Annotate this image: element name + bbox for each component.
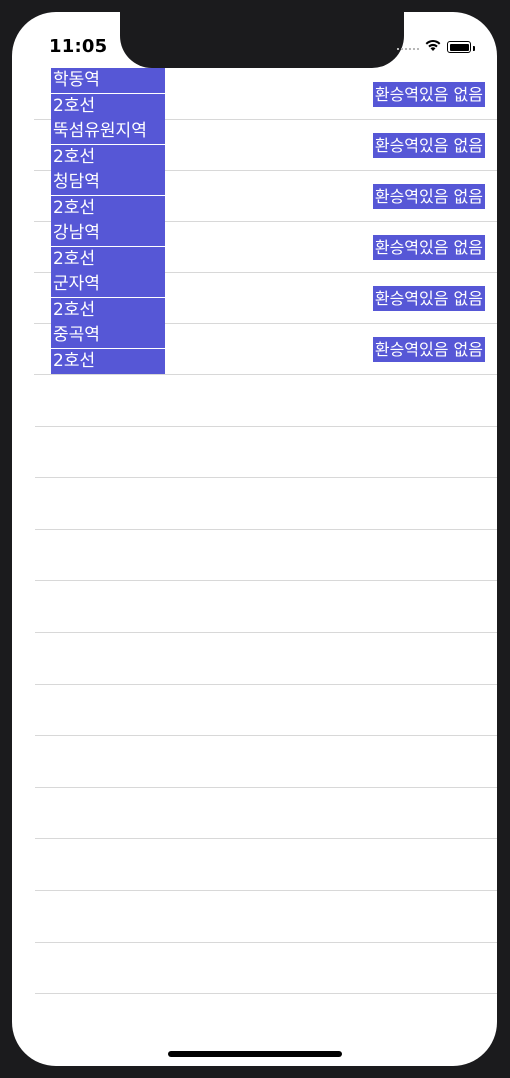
station-name: 강남역	[51, 221, 165, 247]
empty-table-row	[35, 685, 497, 737]
empty-table-row	[35, 839, 497, 891]
transfer-status: 환승역있음 없음	[372, 235, 485, 260]
station-name: 뚝섬유원지역	[51, 119, 165, 145]
station-row[interactable]: 군자역 2호선 환승역있음 없음	[12, 272, 497, 324]
station-line: 2호선	[51, 349, 165, 374]
separator-inset	[12, 374, 34, 375]
station-row[interactable]: 중곡역 2호선 환승역있음 없음	[12, 323, 497, 375]
station-label-box: 학동역 2호선	[51, 68, 165, 120]
transfer-status: 환승역있음 없음	[372, 286, 485, 311]
transfer-status: 환승역있음 없음	[372, 184, 485, 209]
station-row[interactable]: 뚝섬유원지역 2호선 환승역있음 없음	[12, 119, 497, 171]
empty-table-row	[35, 375, 497, 427]
empty-table-row	[35, 633, 497, 685]
transfer-status: 환승역있음 없음	[372, 133, 485, 158]
empty-table-row	[35, 478, 497, 530]
station-line: 2호선	[51, 247, 165, 272]
station-label-box: 군자역 2호선	[51, 272, 165, 324]
empty-table-row	[35, 788, 497, 840]
station-name: 군자역	[51, 272, 165, 298]
cellular-signal-icon	[397, 48, 419, 54]
battery-tip	[473, 46, 475, 51]
station-row[interactable]: 강남역 2호선 환승역있음 없음	[12, 221, 497, 273]
station-name: 중곡역	[51, 323, 165, 349]
battery-icon	[447, 41, 471, 53]
station-row[interactable]: 학동역 2호선 환승역있음 없음	[12, 68, 497, 120]
empty-table-row	[35, 581, 497, 633]
station-line: 2호선	[51, 196, 165, 221]
station-label-box: 강남역 2호선	[51, 221, 165, 273]
station-line: 2호선	[51, 94, 165, 119]
device-notch	[120, 12, 404, 68]
station-label-box: 청담역 2호선	[51, 170, 165, 222]
station-line: 2호선	[51, 298, 165, 323]
station-row[interactable]: 청담역 2호선 환승역있음 없음	[12, 170, 497, 222]
empty-table-row	[35, 943, 497, 995]
home-indicator[interactable]	[168, 1051, 342, 1057]
station-name: 청담역	[51, 170, 165, 196]
phone-screen: 11:05 학동역 2호선 환승역있음 없음 뚝섬유원지역 2호선 환승역있음 없음 청담역…	[12, 12, 497, 1066]
status-time: 11:05	[49, 36, 108, 57]
station-line: 2호선	[51, 145, 165, 170]
station-table: 학동역 2호선 환승역있음 없음 뚝섬유원지역 2호선 환승역있음 없음 청담역 2호선 환승역…	[12, 68, 497, 995]
empty-table-row	[35, 530, 497, 582]
empty-table-row	[35, 427, 497, 479]
empty-table-row	[35, 736, 497, 788]
empty-table-row	[35, 891, 497, 943]
station-label-box: 뚝섬유원지역 2호선	[51, 119, 165, 171]
wifi-icon	[425, 39, 441, 51]
status-icons	[397, 38, 485, 56]
transfer-status: 환승역있음 없음	[372, 82, 485, 107]
transfer-status: 환승역있음 없음	[372, 337, 485, 362]
station-label-box: 중곡역 2호선	[51, 323, 165, 375]
station-name: 학동역	[51, 68, 165, 94]
